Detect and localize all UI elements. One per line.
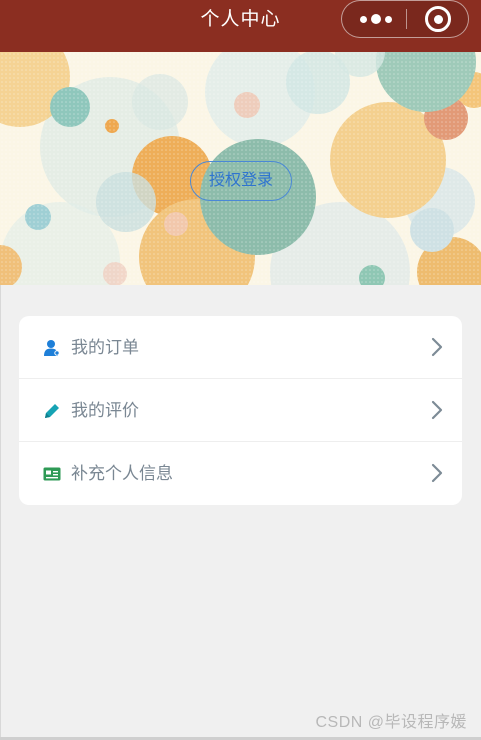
menu-card: 我的订单 我的评价 补充个人信息 — [19, 316, 462, 505]
menu-item-complete-profile[interactable]: 补充个人信息 — [19, 442, 462, 505]
watermark: CSDN @毕设程序媛 — [315, 714, 467, 731]
menu-item-label: 我的评价 — [71, 401, 139, 420]
target-circle-icon[interactable] — [425, 6, 451, 32]
mini-program-capsule — [341, 0, 469, 38]
user-icon — [44, 340, 60, 356]
pencil-icon — [45, 404, 59, 418]
menu-item-label: 我的订单 — [71, 338, 139, 357]
id-card-icon — [43, 467, 61, 481]
chevron-right-icon — [431, 400, 443, 420]
menu-item-my-orders[interactable]: 我的订单 — [19, 316, 462, 379]
navbar: 个人中心 — [0, 0, 481, 52]
profile-banner: 授权登录 — [0, 52, 481, 285]
chevron-right-icon — [431, 337, 443, 357]
menu-item-label: 补充个人信息 — [71, 464, 173, 483]
page-left-border — [0, 285, 1, 740]
menu-item-my-reviews[interactable]: 我的评价 — [19, 379, 462, 442]
more-dots-icon[interactable] — [356, 1, 396, 37]
chevron-right-icon — [431, 463, 443, 483]
capsule-divider — [406, 9, 407, 29]
authorize-login-button[interactable]: 授权登录 — [190, 161, 292, 201]
